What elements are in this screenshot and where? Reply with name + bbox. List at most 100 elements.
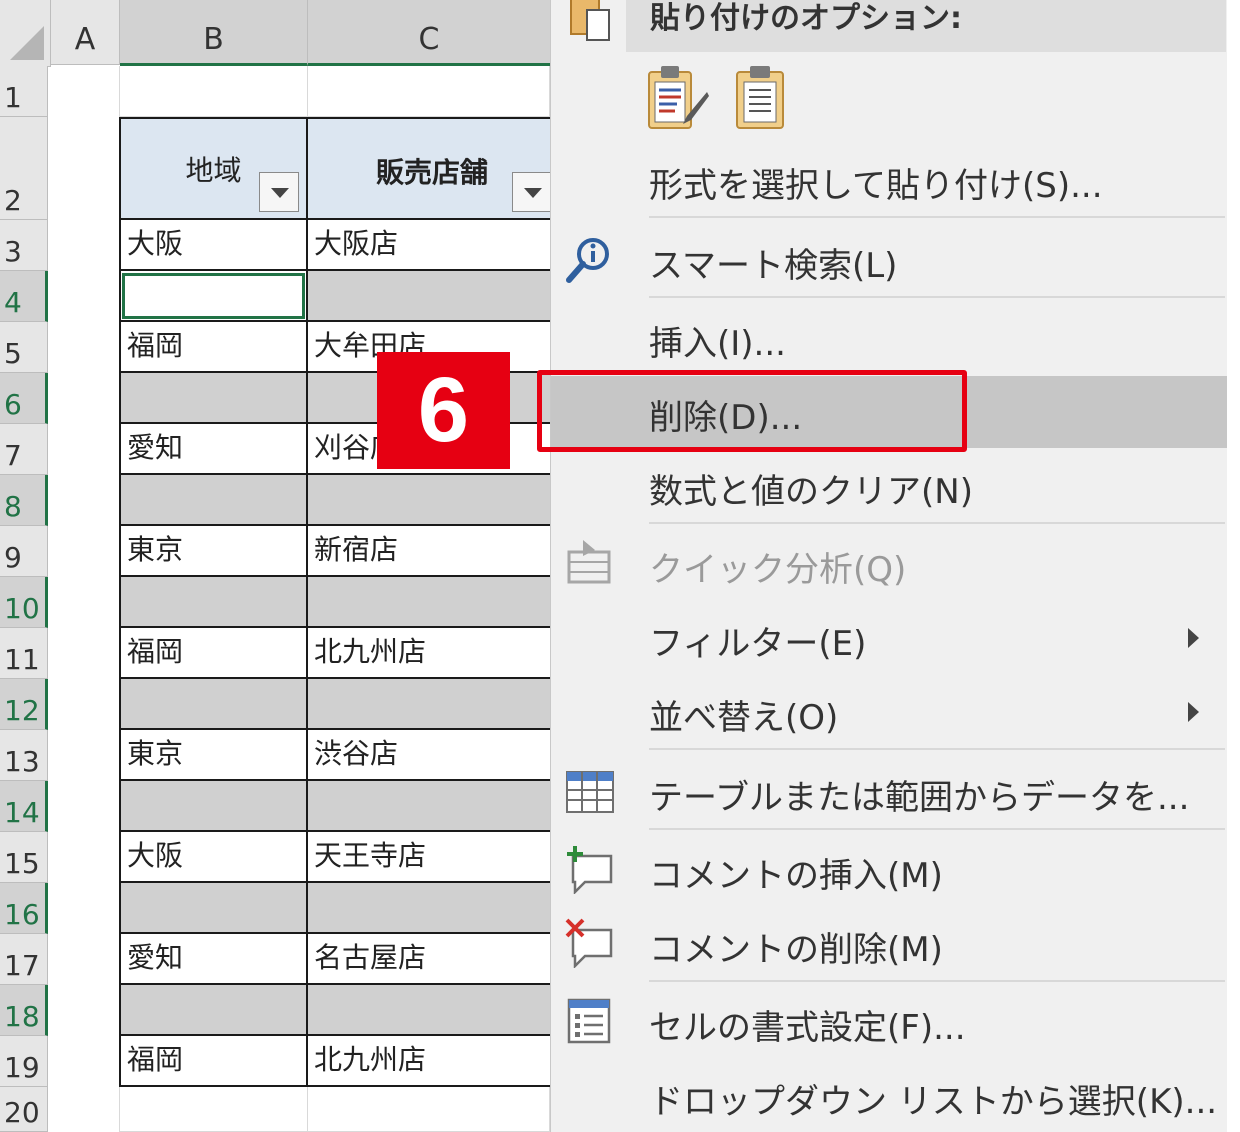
menu-item-insert[interactable]: 挿入(I)... (551, 304, 1227, 374)
delete-comment-icon (565, 918, 615, 970)
menu-item-label: コメントの削除(M) (649, 930, 943, 970)
submenu-arrow-icon (1188, 628, 1199, 648)
row-header-13[interactable]: 13 (0, 730, 48, 781)
menu-item-pick-from-dropdown[interactable]: ドロップダウン リストから選択(K)... (551, 1062, 1227, 1132)
cell-region[interactable]: 福岡 (119, 322, 308, 373)
cell-store[interactable]: 新宿店 (306, 526, 558, 577)
menu-item-label: フィルター(E) (649, 624, 867, 664)
blank-cell-region[interactable] (119, 373, 308, 424)
blank-cell-region[interactable] (119, 577, 308, 628)
cell-store[interactable]: 北九州店 (306, 1036, 558, 1087)
cell-store[interactable]: 名古屋店 (306, 934, 558, 985)
menu-item-quick-analysis: クイック分析(Q) (551, 530, 1227, 600)
column-header-c[interactable]: C (308, 0, 551, 66)
cell-region[interactable]: 東京 (119, 730, 308, 781)
row-header-1[interactable]: 1 (0, 66, 48, 117)
column-header-b[interactable]: B (120, 0, 308, 66)
menu-item-label: コメントの挿入(M) (649, 856, 943, 896)
menu-item-format-cells[interactable]: セルの書式設定(F)... (551, 988, 1227, 1058)
cell-region[interactable]: 福岡 (119, 1036, 308, 1087)
blank-cell-store[interactable] (306, 577, 558, 628)
row-header-18[interactable]: 18 (0, 985, 48, 1036)
blank-cell-store[interactable] (306, 781, 558, 832)
menu-separator (649, 522, 1225, 524)
cell-region[interactable]: 大阪 (119, 832, 308, 883)
row-header-19[interactable]: 19 (0, 1036, 48, 1087)
menu-separator (649, 216, 1225, 218)
delete-highlight-box (537, 370, 967, 452)
row-header-7[interactable]: 7 (0, 424, 48, 475)
paste-values-icon[interactable] (735, 66, 787, 136)
row-header-3[interactable]: 3 (0, 220, 48, 271)
cell-store[interactable]: 北九州店 (306, 628, 558, 679)
filter-dropdown-icon[interactable] (259, 172, 299, 212)
row-header-5[interactable]: 5 (0, 322, 48, 373)
submenu-arrow-icon (1188, 702, 1199, 722)
blank-cell-store[interactable] (306, 883, 558, 934)
blank-cell-store[interactable] (306, 271, 558, 322)
step-number-badge: 6 (377, 352, 510, 469)
menu-shadow-edge (1227, 0, 1240, 1132)
row-header-10[interactable]: 10 (0, 577, 48, 628)
table-header-store[interactable]: 販売店舗 (308, 117, 558, 220)
row-header-11[interactable]: 11 (0, 628, 48, 679)
paste-keep-formatting-icon[interactable] (647, 66, 711, 136)
filter-dropdown-icon[interactable] (512, 172, 552, 212)
quick-analysis-icon (565, 538, 615, 588)
cell-store[interactable]: 天王寺店 (306, 832, 558, 883)
row-header-15[interactable]: 15 (0, 832, 48, 883)
menu-item-get-data-from-table[interactable]: テーブルまたは範囲からデータを... (551, 758, 1227, 828)
row-header-16[interactable]: 16 (0, 883, 48, 934)
menu-separator (649, 296, 1225, 298)
cell-c20[interactable] (308, 1087, 550, 1132)
paste-options-icons (647, 66, 807, 132)
column-header-a[interactable]: A (51, 0, 120, 65)
row-header-20[interactable]: 20 (0, 1087, 48, 1132)
menu-item-sort[interactable]: 並べ替え(O) (551, 678, 1227, 748)
select-all-corner[interactable] (0, 0, 51, 67)
table-icon (565, 766, 615, 816)
menu-item-paste-special[interactable]: 形式を選択して貼り付け(S)... (551, 146, 1227, 216)
active-cell-b4[interactable] (122, 273, 305, 319)
blank-cell-region[interactable] (119, 781, 308, 832)
cell-region[interactable]: 東京 (119, 526, 308, 577)
row-header-6[interactable]: 6 (0, 373, 48, 424)
column-a-cells[interactable] (51, 66, 120, 1132)
blank-cell-store[interactable] (306, 985, 558, 1036)
menu-separator (649, 980, 1225, 982)
row-header-9[interactable]: 9 (0, 526, 48, 577)
cell-region[interactable]: 福岡 (119, 628, 308, 679)
row-header-8[interactable]: 8 (0, 475, 48, 526)
row-header-2[interactable]: 2 (0, 117, 48, 220)
cell-b1[interactable] (120, 66, 308, 117)
blank-cell-region[interactable] (119, 679, 308, 730)
menu-item-delete-comment[interactable]: コメントの削除(M) (551, 910, 1227, 980)
row-header-4[interactable]: 4 (0, 271, 48, 322)
blank-cell-store[interactable] (306, 679, 558, 730)
cell-region[interactable]: 大阪 (119, 220, 308, 271)
menu-item-label: セルの書式設定(F)... (649, 1008, 966, 1048)
blank-cell-region[interactable] (119, 475, 308, 526)
row-header-12[interactable]: 12 (0, 679, 48, 730)
table-header-region[interactable]: 地域 (119, 117, 308, 220)
cell-region[interactable]: 愛知 (119, 934, 308, 985)
menu-item-label: クイック分析(Q) (649, 550, 907, 590)
blank-cell-store[interactable] (306, 475, 558, 526)
menu-item-filter[interactable]: フィルター(E) (551, 604, 1227, 674)
cell-store[interactable]: 渋谷店 (306, 730, 558, 781)
blank-cell-region[interactable] (119, 985, 308, 1036)
row-header-17[interactable]: 17 (0, 934, 48, 985)
cell-region[interactable]: 愛知 (119, 424, 308, 475)
cell-b20[interactable] (120, 1087, 308, 1132)
menu-item-label: 数式と値のクリア(N) (649, 472, 973, 512)
menu-item-smart-lookup[interactable]: スマート検索(L) (551, 226, 1227, 296)
cell-store[interactable]: 大阪店 (306, 220, 558, 271)
cell-c1[interactable] (308, 66, 550, 117)
menu-item-label: スマート検索(L) (649, 246, 898, 286)
menu-item-insert-comment[interactable]: コメントの挿入(M) (551, 836, 1227, 906)
menu-item-label: ドロップダウン リストから選択(K)... (649, 1082, 1218, 1122)
blank-cell-region[interactable] (119, 883, 308, 934)
row-header-14[interactable]: 14 (0, 781, 48, 832)
menu-separator (649, 748, 1225, 750)
menu-item-clear-contents[interactable]: 数式と値のクリア(N) (551, 452, 1227, 522)
